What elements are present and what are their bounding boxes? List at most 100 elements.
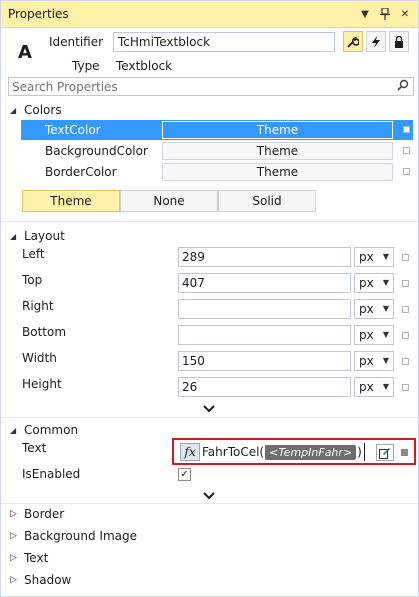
section-title: Text (24, 551, 49, 565)
right-input[interactable] (178, 299, 351, 319)
top-input[interactable]: 407 (178, 273, 351, 293)
property-label: IsEnabled (22, 467, 81, 481)
section-title: Border (24, 507, 65, 521)
unit-value: px (359, 328, 374, 342)
property-label: BorderColor (45, 165, 117, 179)
chevron-down-icon: ▼ (382, 330, 389, 339)
dropdown-icon[interactable]: ▼ (358, 6, 372, 22)
unit-value: px (359, 302, 374, 316)
collapsed-arrow-icon[interactable]: ▷ (10, 509, 22, 519)
wrench-icon[interactable] (343, 31, 363, 52)
height-unit-select[interactable]: px ▼ (354, 377, 394, 397)
isenabled-checkbox[interactable]: ✓ (178, 468, 191, 481)
search-icon[interactable] (397, 79, 409, 94)
lightning-icon[interactable] (366, 31, 386, 52)
divider (1, 221, 418, 222)
search-box[interactable] (8, 77, 414, 96)
property-marker-icon[interactable] (402, 358, 409, 365)
unit-value: px (359, 276, 374, 290)
lock-icon[interactable] (389, 31, 409, 52)
property-label: Height (22, 377, 62, 391)
function-close: ) (357, 445, 362, 459)
color-value[interactable]: Theme (162, 163, 393, 181)
left-input[interactable]: 289 (178, 247, 351, 267)
text-binding-field[interactable]: fx FahrToCel( <TempInFahr> ) (172, 438, 416, 465)
height-input[interactable]: 26 (178, 377, 351, 397)
property-label: TextColor (45, 123, 101, 137)
symbol-token[interactable]: <TempInFahr> (265, 444, 357, 460)
section-title: Layout (24, 229, 65, 243)
search-input[interactable] (9, 78, 389, 95)
function-icon[interactable]: fx (180, 443, 200, 461)
collapsed-arrow-icon[interactable]: ▷ (10, 575, 22, 585)
identifier-input[interactable] (113, 32, 335, 52)
property-label: Left (22, 247, 45, 261)
mode-theme-button[interactable]: Theme (22, 190, 120, 212)
property-label: Right (22, 299, 54, 313)
section-title: Common (24, 423, 79, 437)
property-marker-icon[interactable] (402, 306, 409, 313)
collapsed-arrow-icon[interactable]: ▷ (10, 531, 22, 541)
section-shadow[interactable]: ▷ Shadow (1, 569, 418, 591)
left-unit-select[interactable]: px ▼ (354, 247, 394, 267)
mode-none-button[interactable]: None (120, 190, 218, 212)
chevron-down-icon: ▼ (382, 382, 389, 391)
section-title: Shadow (24, 573, 72, 587)
property-label: Width (22, 351, 57, 365)
section-title: Background Image (24, 529, 137, 543)
title-bar: Properties ▼ ✕ (1, 1, 418, 28)
section-border[interactable]: ▷ Border (1, 503, 418, 525)
color-value[interactable]: Theme (162, 142, 393, 160)
divider (1, 417, 418, 418)
expanded-arrow-icon[interactable]: ◢ (10, 106, 22, 115)
edit-binding-icon[interactable] (376, 444, 394, 461)
property-marker-icon[interactable] (402, 332, 409, 339)
control-type-icon: A (18, 42, 32, 63)
property-row-textcolor[interactable]: TextColor Theme (21, 120, 413, 140)
property-row-backgroundcolor[interactable]: BackgroundColor Theme (21, 141, 413, 161)
section-background-image[interactable]: ▷ Background Image (1, 525, 418, 547)
expanded-arrow-icon[interactable]: ◢ (10, 426, 22, 435)
color-value[interactable]: Theme (162, 121, 393, 139)
color-mode-selector: Theme None Solid (22, 190, 316, 212)
property-label: Top (22, 273, 43, 287)
right-unit-select[interactable]: px ▼ (354, 299, 394, 319)
collapsed-arrow-icon[interactable]: ▷ (10, 553, 22, 563)
function-name: FahrToCel( (202, 445, 265, 459)
identifier-area: A Identifier Type Textblock (1, 28, 418, 76)
width-input[interactable]: 150 (178, 351, 351, 371)
close-icon[interactable]: ✕ (398, 6, 412, 22)
expand-more-icon[interactable] (203, 489, 215, 503)
identifier-label: Identifier (49, 35, 104, 49)
unit-value: px (359, 380, 374, 394)
section-layout[interactable]: ◢ Layout (1, 225, 418, 247)
window-title: Properties (8, 7, 69, 21)
property-row-bordercolor[interactable]: BorderColor Theme (21, 162, 413, 182)
expanded-arrow-icon[interactable]: ◢ (10, 232, 22, 241)
width-unit-select[interactable]: px ▼ (354, 351, 394, 371)
bottom-unit-select[interactable]: px ▼ (354, 325, 394, 345)
chevron-down-icon: ▼ (382, 278, 389, 287)
property-marker-icon[interactable] (401, 449, 408, 456)
property-marker-icon[interactable] (403, 126, 410, 133)
unit-value: px (359, 250, 374, 264)
property-label: Bottom (22, 325, 67, 339)
property-grid: ◢ Colors TextColor Theme BackgroundColor… (1, 98, 418, 596)
chevron-down-icon: ▼ (382, 356, 389, 365)
property-marker-icon[interactable] (402, 254, 409, 261)
property-label: BackgroundColor (45, 144, 148, 158)
bottom-input[interactable] (178, 325, 351, 345)
property-marker-icon[interactable] (403, 168, 410, 175)
property-marker-icon[interactable] (403, 147, 410, 154)
property-marker-icon[interactable] (402, 280, 409, 287)
type-value: Textblock (116, 59, 173, 73)
property-marker-icon[interactable] (402, 384, 409, 391)
binding-expression[interactable]: FahrToCel( <TempInFahr> ) (202, 443, 365, 461)
section-text[interactable]: ▷ Text (1, 547, 418, 569)
properties-panel: Properties ▼ ✕ A Identifier Type Textblo… (0, 0, 419, 597)
mode-solid-button[interactable]: Solid (218, 190, 316, 212)
section-colors[interactable]: ◢ Colors (1, 99, 418, 121)
top-unit-select[interactable]: px ▼ (354, 273, 394, 293)
expand-more-icon[interactable] (203, 402, 215, 416)
pin-icon[interactable] (378, 6, 392, 22)
